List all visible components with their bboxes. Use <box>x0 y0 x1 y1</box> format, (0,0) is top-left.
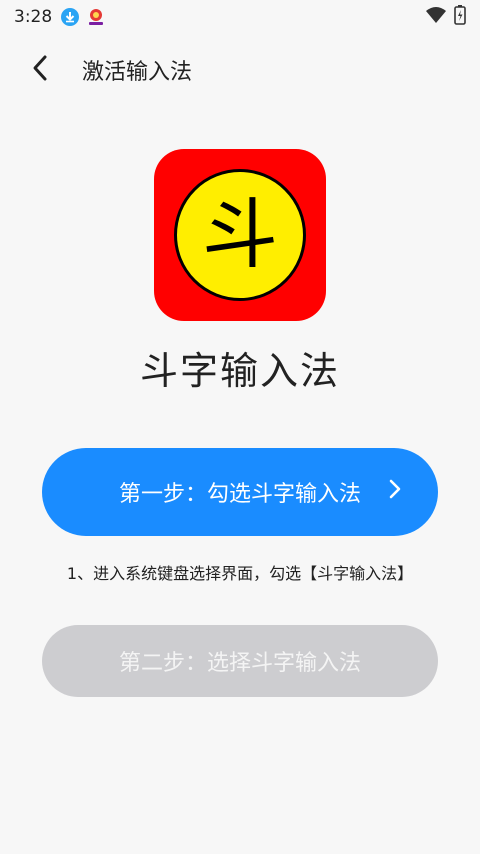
step1-label: 第一步：勾选斗字输入法 <box>118 482 361 507</box>
page-title: 激活输入法 <box>82 60 193 85</box>
download-icon <box>60 7 80 27</box>
status-bar: 3:28 <box>0 0 480 34</box>
app-name: 斗字输入法 <box>139 349 340 393</box>
chevron-right-icon <box>388 478 402 506</box>
wifi-icon <box>426 6 446 28</box>
back-button[interactable] <box>16 46 64 94</box>
status-right <box>426 5 466 29</box>
header: 激活输入法 <box>0 46 480 94</box>
app-logo-glyph: 斗 <box>202 190 278 279</box>
status-time: 3:28 <box>14 7 53 27</box>
battery-icon <box>454 5 466 29</box>
app-notification-icon <box>86 7 106 27</box>
step1-hint: 1、进入系统键盘选择界面，勾选【斗字输入法】 <box>66 564 414 583</box>
step2-label: 第二步：选择斗字输入法 <box>118 651 361 676</box>
app-logo: 斗 <box>154 149 326 321</box>
step2-button[interactable]: 第二步：选择斗字输入法 <box>42 625 438 697</box>
app-logo-circle: 斗 <box>174 169 306 301</box>
step1-button[interactable]: 第一步：勾选斗字输入法 <box>42 448 438 536</box>
chevron-left-icon <box>30 54 50 86</box>
